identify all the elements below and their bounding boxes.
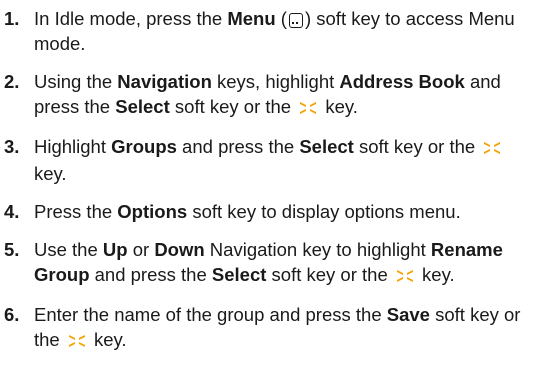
step-number: 2. [4,71,20,92]
step-number: 4. [4,201,20,222]
step-number: 3. [4,136,20,157]
key-name: Navigation [117,71,212,92]
step-item: 6. Enter the name of the group and press … [0,302,537,354]
step-text: ( [275,8,287,29]
step-item: 5. Use the Up or Down Navigation key to h… [0,237,537,289]
step-text: soft key or the [266,264,393,285]
instruction-steps: 1. In Idle mode, press the Menu () soft k… [0,6,537,367]
key-name: Menu [227,8,276,29]
step-number: 6. [4,304,20,325]
key-name: Select [299,136,354,157]
step-item: 1. In Idle mode, press the Menu () soft k… [0,6,537,56]
step-text: soft key to display options menu. [187,201,461,222]
step-item: 2. Using the Navigation keys, highlight A… [0,69,537,121]
step-text: and press the [89,264,212,285]
menu-softkey-icon [288,13,303,28]
step-text: soft key or the [169,96,297,117]
step-text: Press the [34,201,118,222]
key-name: Select [115,96,170,117]
key-name: Groups [111,136,177,157]
key-name: Up [102,239,128,260]
key-name: Save [386,304,430,325]
step-text: key. [34,163,67,184]
step-text: or [127,239,155,260]
step-text: Navigation key to highlight [204,239,431,260]
navigation-key-icon [68,329,86,354]
step-text: key. [88,329,127,350]
step-text: and press the [176,136,300,157]
step-text: In Idle mode, press the [34,8,228,29]
step-text: soft key or the [353,136,481,157]
step-item: 3. Highlight Groups and press the Select … [0,134,537,186]
step-text: Highlight [34,136,112,157]
step-item: 4. Press the Options soft key to display … [0,199,537,224]
navigation-key-icon [396,264,414,289]
navigation-key-icon [483,136,501,161]
step-text: Enter the name of the group and press th… [34,304,387,325]
step-number: 5. [4,239,20,260]
step-text: key. [416,264,455,285]
key-name: Options [117,201,188,222]
navigation-key-icon [299,96,317,121]
step-text: Use the [34,239,103,260]
step-text: keys, highlight [211,71,340,92]
key-name: Address Book [339,71,465,92]
step-text: key. [320,96,358,117]
step-text: Using the [34,71,118,92]
key-name: Select [211,264,267,285]
key-name: Down [154,239,205,260]
step-number: 1. [4,8,20,29]
